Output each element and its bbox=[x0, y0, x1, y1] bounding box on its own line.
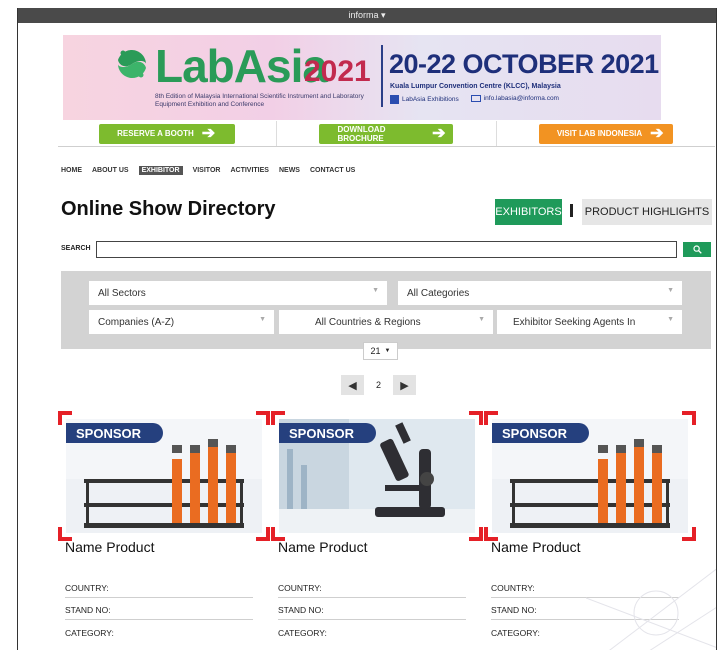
prev-page-button[interactable]: ◀ bbox=[341, 375, 364, 395]
cta-cell-visit: VISIT LAB INDONESIA ➔ bbox=[497, 121, 715, 146]
chevron-down-icon: ▼ bbox=[667, 287, 674, 294]
current-page[interactable]: 2 bbox=[367, 375, 390, 395]
corner-bracket bbox=[469, 527, 483, 541]
arrow-right-icon: ➔ bbox=[201, 124, 216, 142]
cta-cell-download: DOWNLOAD BROCHURE ➔ bbox=[277, 121, 497, 146]
filter-panel: All Sectors ▼ All Categories ▼ Companies… bbox=[61, 271, 711, 349]
nav-news[interactable]: NEWS bbox=[279, 166, 300, 175]
per-page-select[interactable]: 21 ▼ bbox=[363, 342, 398, 360]
sort-select-value: Companies (A-Z) bbox=[98, 316, 175, 328]
category-field: CATEGORY: bbox=[278, 628, 327, 638]
browser-frame: informa ▾ LabAsia 2021 8th Edition of Ma… bbox=[17, 8, 717, 650]
product-name[interactable]: Name Product bbox=[491, 539, 580, 555]
facebook-icon bbox=[390, 95, 399, 104]
nav-contact-us[interactable]: CONTACT US bbox=[310, 166, 355, 175]
banner-divider bbox=[381, 45, 383, 107]
search-label: SEARCH bbox=[61, 245, 91, 252]
search-icon bbox=[692, 245, 702, 254]
tab-exhibitors[interactable]: EXHIBITORS bbox=[495, 199, 562, 225]
next-page-button[interactable]: ▶ bbox=[393, 375, 416, 395]
agents-select-value: Exhibitor Seeking Agents In bbox=[513, 316, 636, 328]
download-brochure-label: DOWNLOAD BROCHURE bbox=[337, 124, 386, 143]
corner-bracket bbox=[256, 527, 270, 541]
sponsor-badge: SPONSOR bbox=[66, 423, 164, 443]
banner-venue: Kuala Lumpur Convention Centre (KLCC), M… bbox=[390, 83, 561, 90]
banner-logo-text: LabAsia bbox=[155, 40, 328, 92]
arrow-right-icon: ➔ bbox=[650, 124, 664, 142]
chevron-down-icon: ▼ bbox=[667, 316, 674, 323]
chevron-down-icon: ▼ bbox=[259, 316, 266, 323]
product-name[interactable]: Name Product bbox=[65, 539, 154, 555]
triangle-left-icon: ◀ bbox=[348, 379, 357, 392]
download-brochure-button[interactable]: DOWNLOAD BROCHURE ➔ bbox=[319, 123, 454, 144]
country-field: COUNTRY: bbox=[65, 583, 253, 598]
tab-separator bbox=[570, 204, 573, 217]
sponsor-badge: SPONSOR bbox=[492, 423, 590, 443]
agents-select[interactable]: Exhibitor Seeking Agents In ▼ bbox=[497, 310, 682, 334]
email-label: info.labasia@informa.com bbox=[483, 95, 559, 103]
reserve-booth-label: RESERVE A BOOTH bbox=[117, 129, 194, 138]
nav-exhibitor[interactable]: EXHIBITOR bbox=[138, 166, 183, 175]
email-icon bbox=[470, 95, 481, 102]
search-button[interactable] bbox=[683, 242, 711, 257]
stand-field: STAND NO: bbox=[278, 605, 466, 620]
visit-lab-indonesia-button[interactable]: VISIT LAB INDONESIA ➔ bbox=[538, 123, 673, 144]
nav-home[interactable]: HOME bbox=[61, 166, 82, 175]
chevron-down-icon: ▼ bbox=[372, 287, 379, 294]
tab-product-highlights[interactable]: PRODUCT HIGHLIGHTS bbox=[582, 199, 712, 225]
facebook-label: LabAsia Exhibitions bbox=[402, 96, 459, 104]
main-nav: HOME ABOUT US EXHIBITOR VISITOR ACTIVITI… bbox=[61, 166, 355, 175]
categories-select-value: All Categories bbox=[407, 287, 470, 299]
banner-logo-year: 2021 bbox=[304, 55, 371, 88]
corner-bracket bbox=[682, 411, 696, 425]
sectors-select[interactable]: All Sectors ▼ bbox=[89, 281, 387, 305]
reserve-booth-button[interactable]: RESERVE A BOOTH ➔ bbox=[99, 123, 236, 144]
countries-select-value: All Countries & Regions bbox=[315, 316, 421, 328]
stand-field: STAND NO: bbox=[65, 605, 253, 620]
corner-bracket bbox=[469, 411, 483, 425]
per-page-value: 21 bbox=[370, 346, 381, 356]
labasia-banner[interactable]: LabAsia 2021 8th Edition of Malaysia Int… bbox=[63, 35, 661, 120]
logo-leaf-icon bbox=[118, 50, 146, 78]
product-name[interactable]: Name Product bbox=[278, 539, 367, 555]
corner-bracket bbox=[256, 411, 270, 425]
sectors-select-value: All Sectors bbox=[98, 287, 146, 299]
nav-visitor[interactable]: VISITOR bbox=[193, 166, 221, 175]
sponsor-badge: SPONSOR bbox=[279, 423, 377, 443]
countries-select[interactable]: All Countries & Regions ▼ bbox=[279, 310, 493, 334]
email-link[interactable]: info.labasia@informa.com bbox=[470, 95, 559, 104]
arrow-right-icon: ➔ bbox=[432, 124, 446, 142]
nav-activities[interactable]: ACTIVITIES bbox=[230, 166, 269, 175]
cta-cell-reserve: RESERVE A BOOTH ➔ bbox=[58, 121, 278, 146]
triangle-right-icon: ▶ bbox=[400, 379, 409, 392]
cta-row: RESERVE A BOOTH ➔ DOWNLOAD BROCHURE ➔ VI… bbox=[58, 121, 715, 147]
country-field: COUNTRY: bbox=[278, 583, 466, 598]
page-title: Online Show Directory bbox=[61, 198, 276, 220]
background-decoration bbox=[586, 568, 716, 650]
category-field: CATEGORY: bbox=[65, 628, 114, 638]
banner-dates: 20-22 OCTOBER 2021 bbox=[389, 49, 659, 79]
banner-social: LabAsia Exhibitions info.labasia@informa… bbox=[390, 95, 559, 104]
categories-select[interactable]: All Categories ▼ bbox=[398, 281, 682, 305]
nav-about-us[interactable]: ABOUT US bbox=[92, 166, 129, 175]
facebook-link[interactable]: LabAsia Exhibitions bbox=[390, 95, 459, 104]
pagination: ◀ 2 ▶ bbox=[341, 375, 416, 395]
visit-lab-indonesia-label: VISIT LAB INDONESIA bbox=[556, 129, 643, 138]
chevron-down-icon: ▼ bbox=[384, 348, 391, 354]
sort-select[interactable]: Companies (A-Z) ▼ bbox=[89, 310, 274, 334]
informa-topbar[interactable]: informa ▾ bbox=[18, 8, 716, 23]
banner-subtitle: 8th Edition of Malaysia International Sc… bbox=[155, 93, 364, 108]
chevron-down-icon: ▼ bbox=[478, 316, 485, 323]
informa-brand[interactable]: informa ▾ bbox=[348, 10, 385, 21]
search-input[interactable] bbox=[96, 241, 677, 258]
